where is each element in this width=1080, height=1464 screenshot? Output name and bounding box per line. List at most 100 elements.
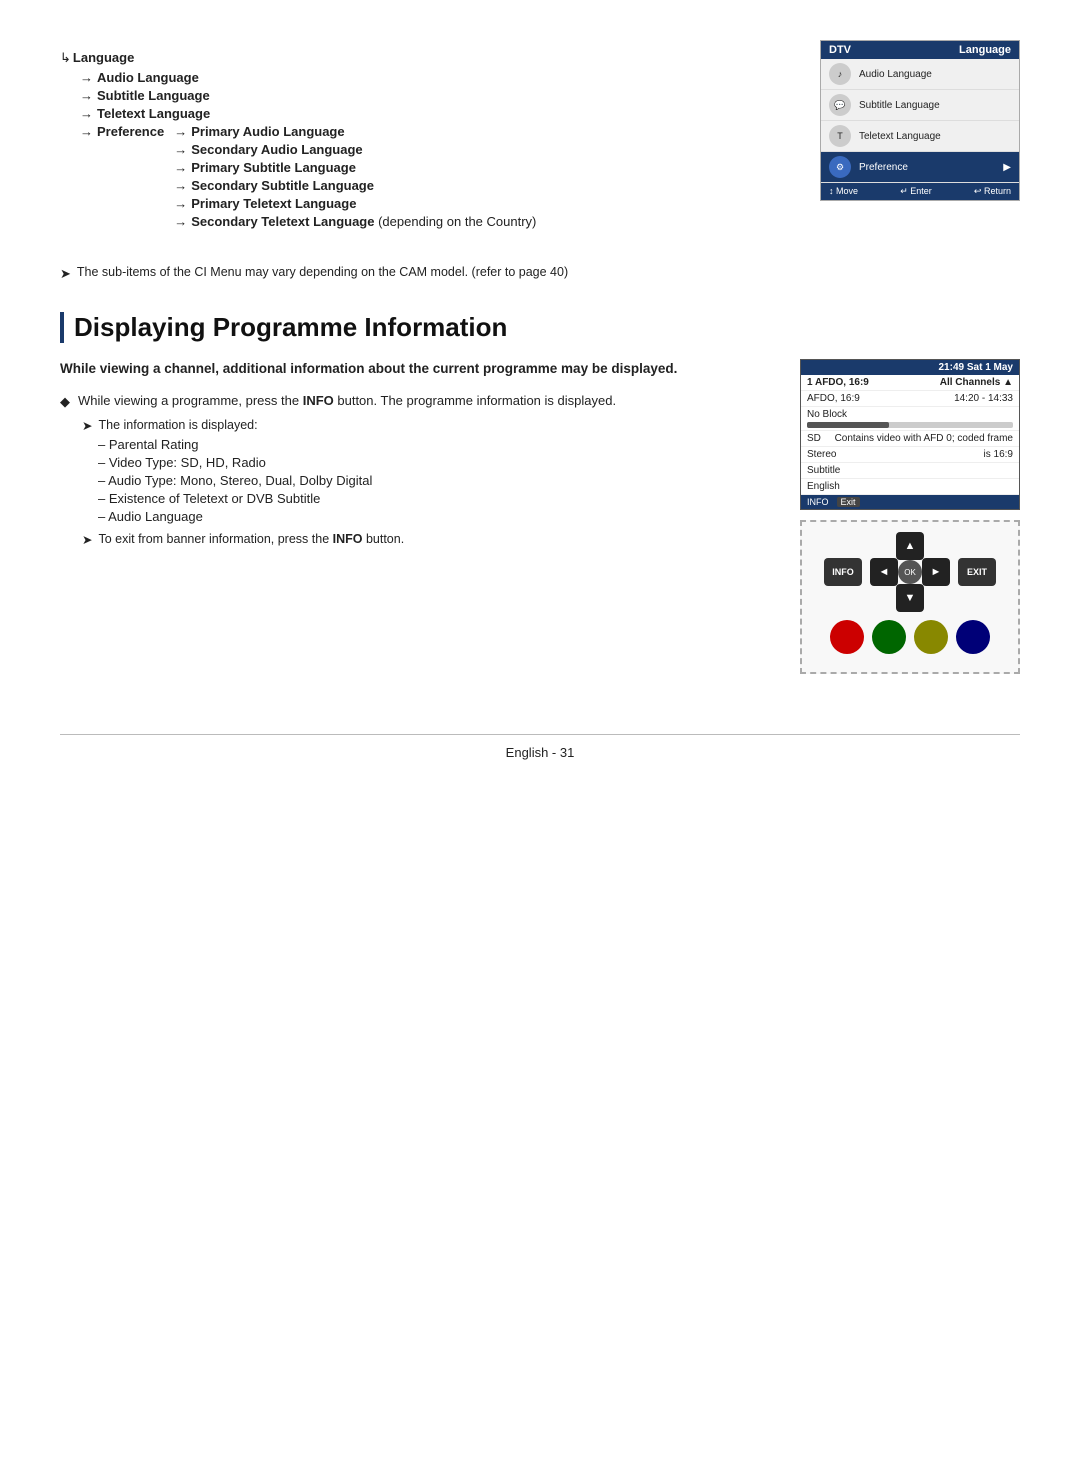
green-button[interactable] [872,620,906,654]
arrow-icon: → [80,70,93,85]
audio-icon: ♪ [829,63,851,85]
teletext-lang-label: Teletext Language [97,106,210,121]
arrow-icon: → [80,88,93,103]
row1-left: 1 AFDO, 16:9 [807,377,869,388]
tv-menu-header-right: Language [959,44,1011,56]
tree-root: ↳ Language [60,50,790,66]
tv-info-header: 21:49 Sat 1 May [801,360,1019,375]
progress-bar-outer [807,422,1013,428]
english-label: English [807,481,840,492]
tv-menu-footer: ↕ Move ↵ Enter ↩ Return [821,183,1019,200]
tv-menu-preference-label: Preference [859,162,908,173]
preference-arrow: ▶ [1003,162,1011,173]
tv-info-row1: 1 AFDO, 16:9 All Channels ▲ [801,375,1019,391]
nav-down-button[interactable]: ▼ [896,584,924,612]
note2-arrow: ➤ [82,532,92,547]
tv-info-box: 21:49 Sat 1 May 1 AFDO, 16:9 All Channel… [800,359,1020,510]
tv-info-progress: No Block [801,407,1019,431]
tv-menu-row-subtitle: 💬 Subtitle Language [821,90,1019,121]
pref-child-0-label: Primary Audio Language [191,124,344,139]
tree-item-subtitle-lang: → Subtitle Language [80,88,790,103]
blue-button[interactable] [956,620,990,654]
row3-label: No Block [807,409,847,420]
exit-button[interactable]: EXIT [958,558,996,586]
row5-left: Stereo [807,449,836,460]
list-item-4: Audio Language [98,509,770,524]
info-label: INFO [807,497,829,507]
main-content: While viewing a channel, additional info… [60,359,770,551]
pref-child-2: → Primary Subtitle Language [174,160,536,175]
pref-child-1: → Secondary Audio Language [174,142,536,157]
tree-item-teletext-lang: → Teletext Language [80,106,790,121]
root-arrow: ↳ [60,50,71,66]
nav-right-button[interactable]: ► [922,558,950,586]
row2-left: AFDO, 16:9 [807,393,860,404]
tv-info-english: English [801,479,1019,495]
tv-menu-box: DTV Language ♪ Audio Language 💬 Subtitle… [820,40,1020,201]
tv-info-row2: AFDO, 16:9 14:20 - 14:33 [801,391,1019,407]
red-button[interactable] [830,620,864,654]
diamond-icon: ◆ [60,394,70,410]
pref-child-4: → Primary Teletext Language [174,196,536,211]
list-item-1: Video Type: SD, HD, Radio [98,455,770,470]
note-arrow-icon: ➤ [60,266,71,282]
arrow-icon: → [174,142,187,157]
info-list: Parental Rating Video Type: SD, HD, Radi… [98,437,770,524]
tv-menu-body: ♪ Audio Language 💬 Subtitle Language T T… [821,59,1019,183]
sub-note-arrow: ➤ [82,418,92,433]
row4-right: Contains video with AFD 0; coded frame [835,433,1013,444]
preference-icon: ⚙ [829,156,851,178]
section-title: Displaying Programme Information [74,312,1020,343]
nav-cluster: ▲ ◄ OK ► ▼ [870,532,950,612]
sub-note: ➤ The information is displayed: [82,418,770,433]
bullet-item-1: ◆ While viewing a programme, press the I… [60,393,770,410]
subtitle-lang-label: Subtitle Language [97,88,210,103]
remote-top-row: INFO ▲ ◄ OK ► ▼ EXIT [812,532,1008,612]
tv-info-row5: Stereo is 16:9 [801,447,1019,463]
row5-right: is 16:9 [984,449,1013,460]
nav-left-button[interactable]: ◄ [870,558,898,586]
pref-child-1-label: Secondary Audio Language [191,142,362,157]
bullet1-content: While viewing a programme, press the INF… [78,393,616,408]
tv-menu-row-preference: ⚙ Preference ▶ [821,152,1019,183]
top-section: ↳ Language → Audio Language → Subtitle L… [60,40,1020,235]
tv-menu-row-audio: ♪ Audio Language [821,59,1019,90]
tree-item-preference: → Preference → Primary Audio Language → … [80,124,790,232]
section-divider: Displaying Programme Information [60,312,1020,343]
tv-menu-row-teletext: T Teletext Language [821,121,1019,152]
info-button[interactable]: INFO [824,558,862,586]
arrow-icon: → [80,124,93,139]
note2-line: ➤ To exit from banner information, press… [82,532,770,547]
tv-menu-subtitle-label: Subtitle Language [859,100,940,111]
tv-menu-audio-label: Audio Language [859,69,932,80]
footer-enter: ↵ Enter [900,186,932,197]
list-item-2: Audio Type: Mono, Stereo, Dual, Dolby Di… [98,473,770,488]
tv-info-footer: INFO Exit [801,495,1019,509]
intro-text: While viewing a channel, additional info… [60,359,770,379]
progress-bar-inner [807,422,889,428]
pref-child-5: → Secondary Teletext Language (depending… [174,214,536,229]
pref-child-3: → Secondary Subtitle Language [174,178,536,193]
page-footer: English - 31 [60,734,1020,760]
row2-right: 14:20 - 14:33 [954,393,1013,404]
tree-level1: → Audio Language → Subtitle Language → T… [80,70,790,232]
row4-left: SD [807,433,821,444]
main-section: While viewing a channel, additional info… [60,359,1020,674]
list-item-0: Parental Rating [98,437,770,452]
footer-text: English - 31 [506,745,575,760]
arrow-icon: → [174,160,187,175]
tv-menu-header: DTV Language [821,41,1019,59]
note2-content: To exit from banner information, press t… [98,532,404,546]
tv-menu-teletext-label: Teletext Language [859,131,941,142]
audio-lang-label: Audio Language [97,70,199,85]
note1-text: The sub-items of the CI Menu may vary de… [77,265,568,279]
pref-child-0: → Primary Audio Language [174,124,536,139]
exit-label: Exit [837,497,860,507]
pref-child-5-label: Secondary Teletext Language (depending o… [191,214,536,229]
language-tree: ↳ Language → Audio Language → Subtitle L… [60,40,790,235]
nav-ok-button[interactable]: OK [898,560,922,584]
yellow-button[interactable] [914,620,948,654]
tv-menu-header-left: DTV [829,44,851,56]
subtitle-icon: 💬 [829,94,851,116]
nav-up-button[interactable]: ▲ [896,532,924,560]
